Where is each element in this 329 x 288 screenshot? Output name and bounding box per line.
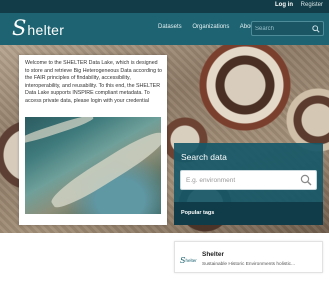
intro-text: Welcome to the SHELTER Data Lake, which … (25, 60, 162, 104)
nav-item-datasets[interactable]: Datasets (158, 24, 182, 30)
masthead: S helter Datasets Organizations About (0, 13, 329, 45)
organization-logo: S helter (180, 256, 197, 265)
intro-card: Welcome to the SHELTER Data Lake, which … (19, 55, 167, 225)
login-link[interactable]: Log in (275, 2, 293, 8)
account-links: Log in Register (269, 2, 323, 8)
nav-item-organizations[interactable]: Organizations (192, 24, 229, 30)
organization-name[interactable]: Shelter (202, 251, 224, 258)
organization-logo-wordmark: helter (185, 258, 197, 263)
main-nav: Datasets Organizations About (158, 24, 264, 30)
intro-aerial-photo (25, 117, 161, 214)
logo-initial: S (12, 15, 27, 40)
search-icon[interactable] (312, 25, 320, 33)
search-data-title: Search data (181, 152, 227, 162)
popular-tags-bar: Popular tags (174, 202, 323, 225)
account-bar: Log in Register (0, 0, 329, 13)
search-data-field (180, 170, 317, 190)
logo-wordmark: helter (27, 21, 65, 38)
hero-banner: Welcome to the SHELTER Data Lake, which … (0, 45, 329, 233)
organization-description: Sustainable Historic Environments holist… (202, 262, 296, 267)
register-link[interactable]: Register (301, 2, 323, 8)
popular-tags-label: Popular tags (181, 210, 215, 216)
site-search-input[interactable] (255, 24, 311, 33)
site-search (251, 21, 324, 36)
search-data-panel: Search data Popular tags (174, 143, 323, 225)
search-data-input[interactable] (186, 175, 296, 186)
site-logo[interactable]: S helter (12, 15, 64, 41)
organization-card[interactable]: S helter Shelter Sustainable Historic En… (174, 241, 323, 273)
search-icon[interactable] (300, 174, 312, 186)
